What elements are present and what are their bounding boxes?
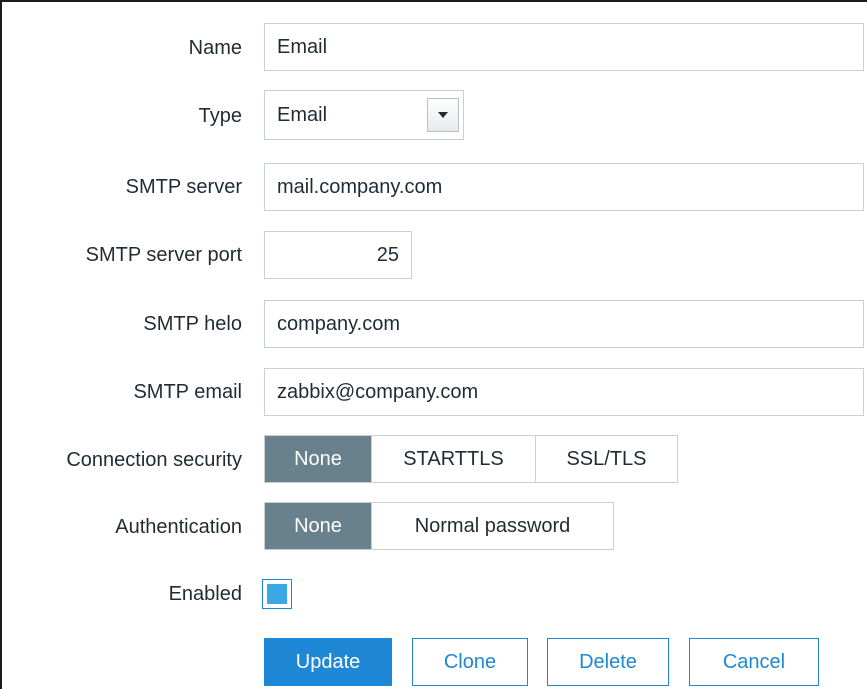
caret-down-icon[interactable] <box>427 98 459 132</box>
cancel-button[interactable]: Cancel <box>689 638 819 686</box>
checkbox-checked-indicator <box>267 584 287 604</box>
enabled-label: Enabled <box>168 583 242 605</box>
name-input[interactable]: Email <box>264 23 864 71</box>
smtp-email-label: SMTP email <box>133 381 242 403</box>
authentication-option-normal-password[interactable]: Normal password <box>371 503 613 549</box>
smtp-server-port-label: SMTP server port <box>85 244 242 266</box>
connection-security-segmented: None STARTTLS SSL/TLS <box>264 435 678 483</box>
smtp-server-label: SMTP server <box>125 176 242 198</box>
connection-security-option-none[interactable]: None <box>265 436 371 482</box>
authentication-segmented: None Normal password <box>264 502 614 550</box>
delete-button[interactable]: Delete <box>547 638 669 686</box>
smtp-server-port-input[interactable]: 25 <box>264 231 412 279</box>
type-select-value: Email <box>277 103 328 126</box>
connection-security-option-starttls[interactable]: STARTTLS <box>371 436 535 482</box>
authentication-label: Authentication <box>115 516 242 538</box>
connection-security-label: Connection security <box>66 449 242 471</box>
type-label: Type <box>198 105 242 127</box>
authentication-option-none[interactable]: None <box>265 503 371 549</box>
smtp-helo-input[interactable]: company.com <box>264 300 864 348</box>
media-type-form: Name Email Type Email SMTP server mail.c… <box>0 0 867 689</box>
clone-button[interactable]: Clone <box>412 638 528 686</box>
smtp-helo-label: SMTP helo <box>143 313 242 335</box>
update-button[interactable]: Update <box>264 638 392 686</box>
smtp-server-input[interactable]: mail.company.com <box>264 163 864 211</box>
type-select[interactable]: Email <box>264 90 464 140</box>
enabled-checkbox[interactable] <box>262 579 292 609</box>
smtp-email-input[interactable]: zabbix@company.com <box>264 368 864 416</box>
connection-security-option-ssl-tls[interactable]: SSL/TLS <box>535 436 677 482</box>
name-label: Name <box>188 37 242 59</box>
